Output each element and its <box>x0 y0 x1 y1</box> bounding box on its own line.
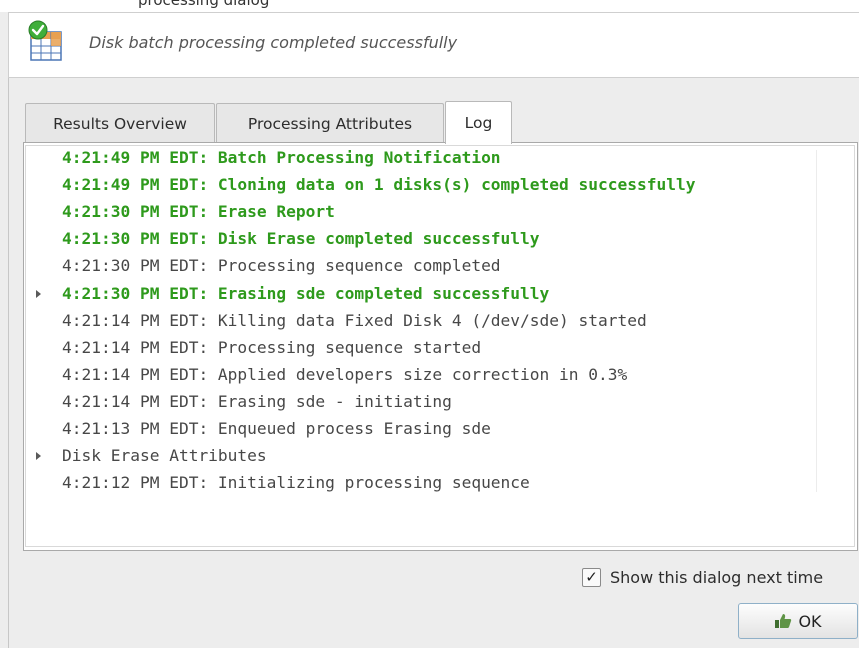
log-entry[interactable]: 4:21:30 PM EDT: Erasing sde completed su… <box>62 284 549 304</box>
log-entry[interactable]: 4:21:49 PM EDT: Cloning data on 1 disks(… <box>62 175 695 195</box>
expand-arrow-icon[interactable] <box>36 289 41 298</box>
show-dialog-checkbox[interactable]: ✓ <box>582 568 601 587</box>
log-entry[interactable]: 4:21:49 PM EDT: Batch Processing Notific… <box>62 148 501 168</box>
batch-complete-icon <box>28 20 62 61</box>
dialog-header: Disk batch processing completed successf… <box>8 12 859 78</box>
log-entry[interactable]: 4:21:12 PM EDT: Initializing processing … <box>62 473 530 493</box>
checkmark-icon: ✓ <box>585 568 598 586</box>
log-entry[interactable]: 4:21:14 PM EDT: Erasing sde - initiating <box>62 392 452 412</box>
log-entry[interactable]: 4:21:30 PM EDT: Disk Erase completed suc… <box>62 229 540 249</box>
log-entry[interactable]: 4:21:13 PM EDT: Enqueued process Erasing… <box>62 419 491 439</box>
log-entry[interactable]: 4:21:14 PM EDT: Killing data Fixed Disk … <box>62 311 647 331</box>
log-entry[interactable]: Disk Erase Attributes <box>62 446 267 466</box>
log-entry[interactable]: 4:21:30 PM EDT: Processing sequence comp… <box>62 256 501 276</box>
expand-arrow-icon[interactable] <box>36 452 41 461</box>
window-title-strip: processing dialog <box>0 0 859 12</box>
log-entry[interactable]: 4:21:30 PM EDT: Erase Report <box>62 202 335 222</box>
tab-label: Log <box>464 114 493 132</box>
ok-button[interactable]: OK <box>738 603 858 639</box>
show-dialog-label: Show this dialog next time <box>610 568 824 587</box>
thumbs-up-icon <box>775 614 792 628</box>
tab-label: Results Overview <box>53 114 187 133</box>
column-divider <box>816 150 817 492</box>
tab-log[interactable]: Log <box>445 101 512 144</box>
ok-label: OK <box>798 611 822 631</box>
log-entry[interactable]: 4:21:14 PM EDT: Processing sequence star… <box>62 338 481 358</box>
tab-results-overview[interactable]: Results Overview <box>25 103 215 143</box>
tab-label: Processing Attributes <box>247 114 413 133</box>
window-title-fragment: processing dialog <box>138 0 270 9</box>
status-message: Disk batch processing completed successf… <box>89 33 458 52</box>
tab-processing-attributes[interactable]: Processing Attributes <box>216 103 444 143</box>
log-entry[interactable]: 4:21:14 PM EDT: Applied developers size … <box>62 365 627 385</box>
